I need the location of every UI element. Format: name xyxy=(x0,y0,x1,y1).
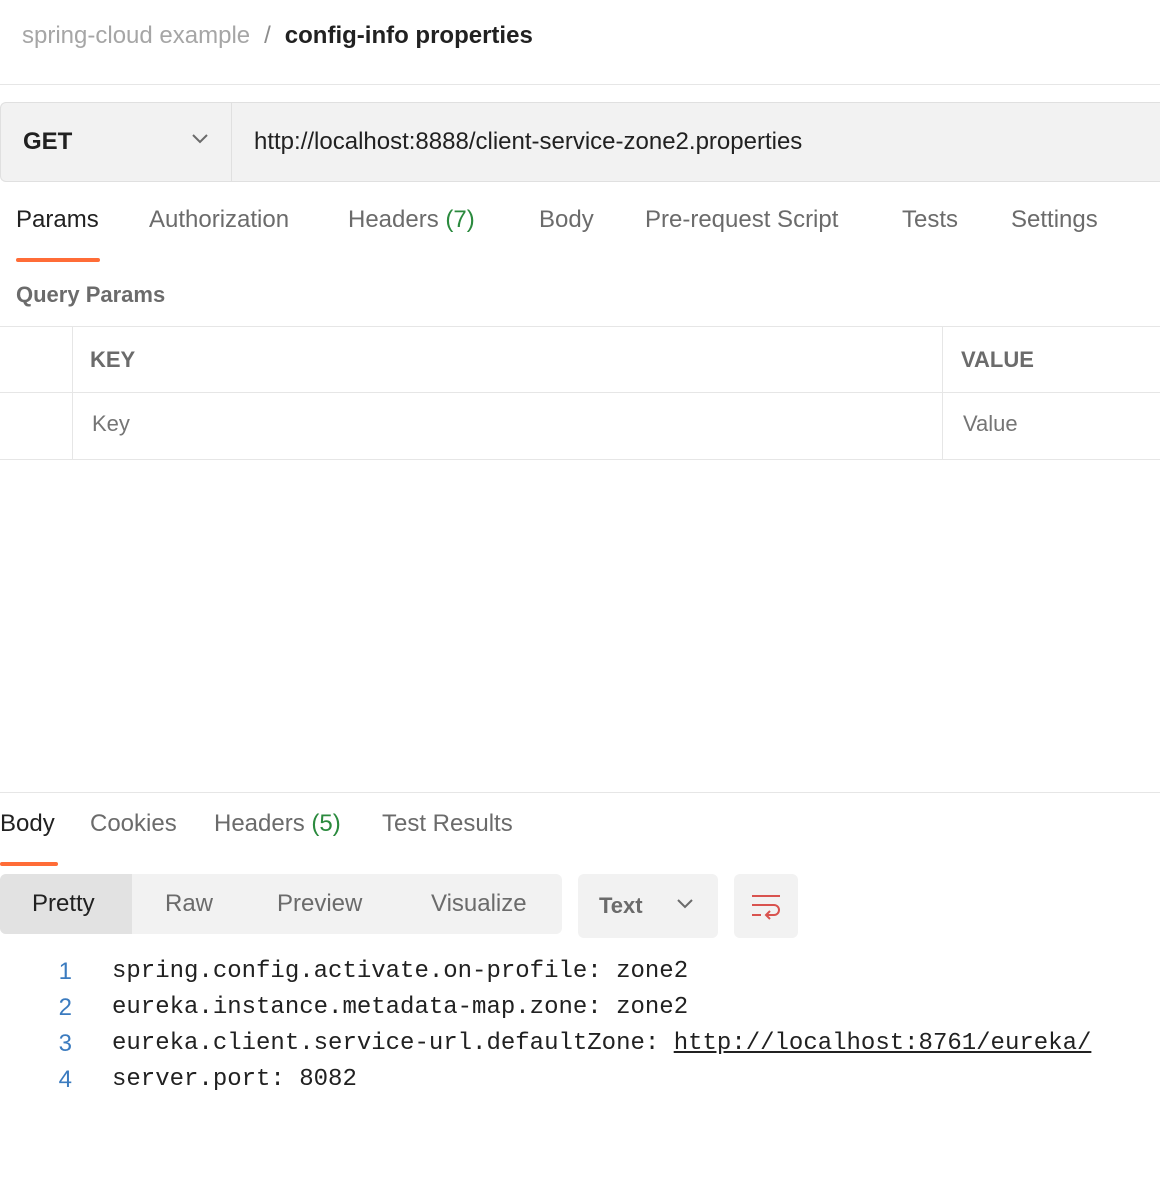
column-divider xyxy=(942,327,943,459)
chevron-down-icon xyxy=(677,899,693,909)
tab-label: Body xyxy=(539,206,594,233)
line-number: 4 xyxy=(58,1066,72,1093)
code-line: 1 spring.config.activate.on-profile: zon… xyxy=(0,958,1160,994)
tab-response-body[interactable]: Body xyxy=(0,810,55,862)
tab-pre-request-script[interactable]: Pre-request Script xyxy=(645,206,838,258)
line-content: server.port: 8082 xyxy=(112,1066,357,1093)
tab-label: Cookies xyxy=(90,810,177,837)
eureka-url-link[interactable]: http://localhost:8761/eureka/ xyxy=(674,1030,1092,1057)
response-body-viewer[interactable]: 1 spring.config.activate.on-profile: zon… xyxy=(0,958,1160,1102)
header-divider xyxy=(0,84,1160,85)
key-column-header: KEY xyxy=(90,347,136,372)
response-divider[interactable] xyxy=(0,792,1160,793)
breadcrumb-separator: / xyxy=(264,22,271,49)
line-content: spring.config.activate.on-profile: zone2 xyxy=(112,958,689,985)
value-input[interactable] xyxy=(963,411,1153,437)
preview-button[interactable]: Preview xyxy=(277,874,362,934)
tab-label: Authorization xyxy=(149,206,290,233)
tab-label: Headers xyxy=(214,810,305,837)
active-tab-indicator xyxy=(16,258,100,262)
request-tabs: Params Authorization Headers (7) Body Pr… xyxy=(0,206,1160,264)
response-tabs: Body Cookies Headers (5) Test Results xyxy=(0,810,1160,866)
active-tab-indicator xyxy=(0,862,58,866)
tab-tests[interactable]: Tests xyxy=(902,206,958,258)
breadcrumb-collection-link[interactable]: spring-cloud example xyxy=(22,22,250,50)
wrap-lines-button[interactable] xyxy=(734,874,798,938)
view-mode-group: Pretty Raw Preview Visualize xyxy=(0,874,562,934)
chevron-down-icon xyxy=(192,134,208,144)
query-params-table: KEY VALUE xyxy=(0,326,1160,460)
line-number: 1 xyxy=(58,958,72,985)
wrap-lines-icon xyxy=(752,895,780,920)
tab-settings[interactable]: Settings xyxy=(1011,206,1098,258)
tab-response-headers[interactable]: Headers (5) xyxy=(214,810,341,862)
line-content-wrapper: eureka.client.service-url.defaultZone: h… xyxy=(112,1030,1091,1057)
column-divider xyxy=(72,327,73,459)
line-number: 2 xyxy=(58,994,72,1021)
query-params-title: Query Params xyxy=(16,282,166,307)
method-select[interactable]: GET xyxy=(1,103,232,181)
visualize-button[interactable]: Visualize xyxy=(431,874,527,934)
headers-count-badge: (7) xyxy=(445,206,475,233)
breadcrumb: spring-cloud example / config-info prope… xyxy=(22,18,533,54)
tab-label: Params xyxy=(16,206,99,233)
pretty-button[interactable]: Pretty xyxy=(0,874,132,934)
tab-label: Settings xyxy=(1011,206,1098,233)
url-input[interactable]: http://localhost:8888/client-service-zon… xyxy=(232,103,1160,181)
tab-label: Tests xyxy=(902,206,959,233)
tab-cookies[interactable]: Cookies xyxy=(90,810,177,862)
line-content: eureka.client.service-url.defaultZone: xyxy=(112,1030,674,1057)
tab-label: Pre-request Script xyxy=(645,206,839,233)
tab-label: Body xyxy=(0,810,55,837)
line-number: 3 xyxy=(58,1030,72,1057)
tab-authorization[interactable]: Authorization xyxy=(149,206,289,258)
table-row xyxy=(0,393,1160,459)
response-headers-count-badge: (5) xyxy=(311,810,341,837)
value-column-header: VALUE xyxy=(961,347,1034,372)
code-line: 3 eureka.client.service-url.defaultZone:… xyxy=(0,1030,1160,1066)
table-header-row: KEY VALUE xyxy=(0,327,1160,393)
url-bar: GET http://localhost:8888/client-service… xyxy=(0,102,1160,182)
method-label: GET xyxy=(23,128,73,155)
tab-test-results[interactable]: Test Results xyxy=(382,810,513,862)
tab-label: Headers xyxy=(348,206,439,233)
tab-body[interactable]: Body xyxy=(539,206,594,258)
code-line: 2 eureka.instance.metadata-map.zone: zon… xyxy=(0,994,1160,1030)
request-name[interactable]: config-info properties xyxy=(285,22,533,50)
tab-params[interactable]: Params xyxy=(16,206,99,258)
key-input[interactable] xyxy=(92,411,922,437)
code-line: 4 server.port: 8082 xyxy=(0,1066,1160,1102)
raw-button[interactable]: Raw xyxy=(165,874,213,934)
tab-label: Test Results xyxy=(382,810,513,837)
format-select[interactable]: Text xyxy=(578,874,718,938)
format-label: Text xyxy=(599,893,643,918)
tab-headers[interactable]: Headers (7) xyxy=(348,206,475,258)
line-content: eureka.instance.metadata-map.zone: zone2 xyxy=(112,994,689,1021)
